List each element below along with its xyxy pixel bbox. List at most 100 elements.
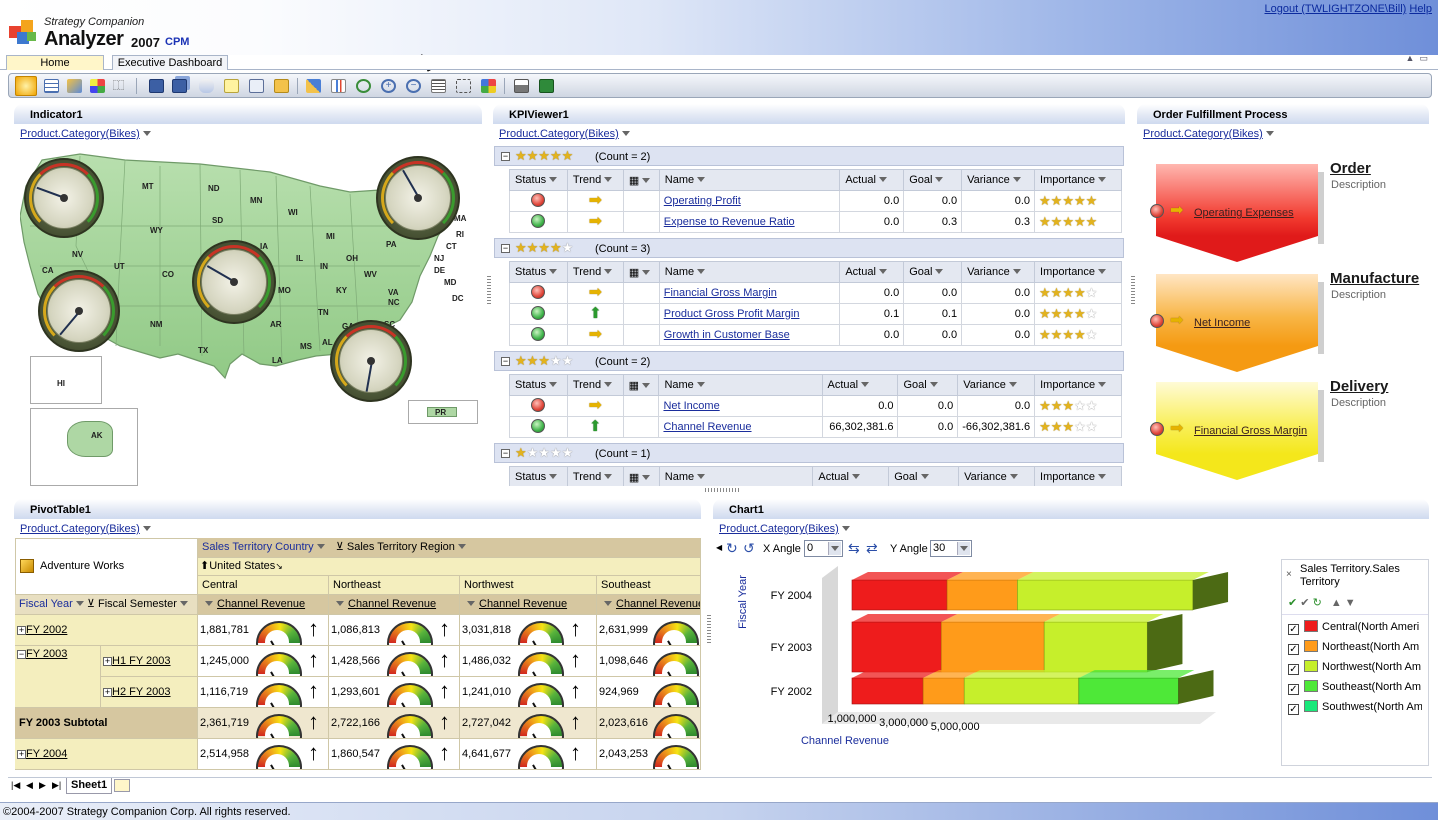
move-up-icon[interactable]: ▲ [1331,597,1342,609]
language-icon[interactable]: ⿰ [113,79,128,93]
vertical-splitter[interactable] [487,276,491,306]
legend-checkbox[interactable]: ✓ [1288,664,1299,675]
sheet-tab[interactable]: Sheet1 [66,778,113,794]
column-chooser-icon[interactable]: ▦ [622,374,660,396]
row-header-h2[interactable]: + H2 FY 2003 [101,677,198,708]
tilt-left-icon[interactable]: ⇆ [848,540,860,557]
country-member[interactable]: ⬆United States↘ [198,558,701,576]
step-title[interactable]: Manufacture [1330,270,1419,287]
color-palette-icon[interactable] [90,79,105,93]
row-header-h1[interactable]: + H1 FY 2003 [101,646,198,677]
copy-icon[interactable] [249,79,264,93]
layout-icon[interactable] [481,79,496,93]
logout-link[interactable]: Logout (TWLIGHTZONE\Bill) [1265,3,1407,15]
column-header-status[interactable]: Status [509,466,568,486]
indicator-filter-dropdown[interactable]: Product.Category(Bikes) [20,128,151,140]
column-header-variance[interactable]: Variance [961,169,1036,191]
column-header-status[interactable]: Status [509,374,568,396]
region-header[interactable]: Central [198,576,329,595]
expand-icon[interactable]: + [17,626,26,635]
step-title[interactable]: Delivery [1330,378,1388,395]
column-header-goal[interactable]: Goal [903,169,963,191]
next-sheet-icon[interactable]: ▶ [39,780,46,791]
gauge-indicator[interactable] [38,270,120,352]
legend-checkbox[interactable]: ✓ [1288,704,1299,715]
column-header-importance[interactable]: Importance [1034,261,1122,283]
gauge-indicator[interactable] [376,156,460,240]
refresh-icon[interactable] [356,79,371,93]
drill-up-icon[interactable]: ⬆ [200,560,209,572]
step-kpi-link[interactable]: Net Income [1194,317,1250,329]
region-header[interactable]: Northwest [460,576,597,595]
region-header[interactable]: Southeast [597,576,701,595]
dimension-label[interactable]: Sales Territory Country [202,541,314,553]
kpi-name-link[interactable]: Net Income [663,400,719,412]
note-icon[interactable] [224,79,239,93]
chart-filter-dropdown[interactable]: Product.Category(Bikes) [719,523,850,535]
measure-header[interactable]: Channel Revenue [597,595,701,615]
kpi-name-link[interactable]: Product Gross Profit Margin [664,308,800,320]
process-step-order[interactable]: ➡ Operating Expenses [1148,164,1328,262]
column-header-name[interactable]: Name [658,374,823,396]
filter-icon[interactable]: ⊻ [336,541,344,553]
kpi-name-link[interactable]: Growth in Customer Base [664,329,790,341]
export-icon[interactable] [306,79,321,93]
collapse-icon[interactable]: − [501,449,510,458]
prev-sheet-icon[interactable]: ◀ [26,780,33,791]
rotate-right-icon[interactable]: ↺ [743,540,755,557]
excel-icon[interactable] [539,79,554,93]
expand-icon[interactable]: + [103,688,112,697]
column-chooser-icon[interactable]: ▦ [622,466,660,486]
chart-icon[interactable] [331,79,346,93]
column-chooser-icon[interactable]: ▦ [622,261,660,283]
dimension-label[interactable]: Sales Territory Region [347,541,455,553]
first-sheet-icon[interactable]: |◀ [11,780,20,791]
legend-checkbox[interactable]: ✓ [1288,644,1299,655]
folder-icon[interactable] [274,79,289,93]
column-header-status[interactable]: Status [509,261,568,283]
column-header-trend[interactable]: Trend [566,261,624,283]
row-dimension-header[interactable]: Fiscal Year ⊻ Fiscal Semester [15,595,198,615]
expand-icon[interactable]: + [103,657,112,666]
legend-item[interactable]: ✓ Central(North Ameri [1288,620,1422,635]
last-sheet-icon[interactable]: ▶| [52,780,61,791]
tab-executive-dashboard[interactable]: Executive Dashboard [112,55,228,70]
zoom-in-icon[interactable]: + [381,79,396,93]
select-icon[interactable] [456,79,471,93]
column-header-actual[interactable]: Actual [821,374,899,396]
tilt-right-icon[interactable]: ⇄ [866,540,878,557]
column-dimension-header[interactable]: Sales Territory Country ⊻ Sales Territor… [198,538,701,558]
kpi-name-link[interactable]: Financial Gross Margin [664,287,777,299]
email-icon[interactable] [199,79,214,93]
zoom-out-icon[interactable]: − [406,79,421,93]
tab-collapse-icon[interactable]: ▲ [1406,53,1415,63]
column-header-actual[interactable]: Actual [839,261,905,283]
column-header-variance[interactable]: Variance [958,466,1036,486]
column-header-goal[interactable]: Goal [903,261,963,283]
add-sheet-icon[interactable] [114,779,130,792]
column-header-actual[interactable]: Actual [839,169,905,191]
gauge-indicator[interactable] [330,320,412,402]
column-chooser-icon[interactable]: ▦ [622,169,660,191]
order-filter-dropdown[interactable]: Product.Category(Bikes) [1143,128,1274,140]
grid-view-icon[interactable] [44,79,59,93]
column-header-goal[interactable]: Goal [888,466,960,486]
collapse-icon[interactable]: − [17,650,26,659]
row-header-fy2003[interactable]: − FY 2003 [15,646,101,708]
dimension-label[interactable]: Fiscal Semester [98,598,177,610]
legend-checkbox[interactable]: ✓ [1288,624,1299,635]
legend-item[interactable]: ✓ Northwest(North Am [1288,660,1422,675]
step-kpi-link[interactable]: Financial Gross Margin [1194,425,1307,437]
collapse-icon[interactable]: − [501,357,510,366]
help-link[interactable]: Help [1409,3,1432,15]
legend-item[interactable]: ✓ Southwest(North Am [1288,700,1422,715]
vertical-splitter[interactable] [707,615,711,645]
column-header-importance[interactable]: Importance [1034,466,1122,486]
uncheck-all-icon[interactable]: ✔ [1300,597,1309,609]
column-header-name[interactable]: Name [658,261,841,283]
drill-icon[interactable]: ↘ [275,561,283,571]
filter-icon[interactable]: ⊻ [87,598,95,610]
column-header-status[interactable]: Status [509,169,568,191]
column-header-goal[interactable]: Goal [897,374,959,396]
column-header-importance[interactable]: Importance [1034,374,1122,396]
